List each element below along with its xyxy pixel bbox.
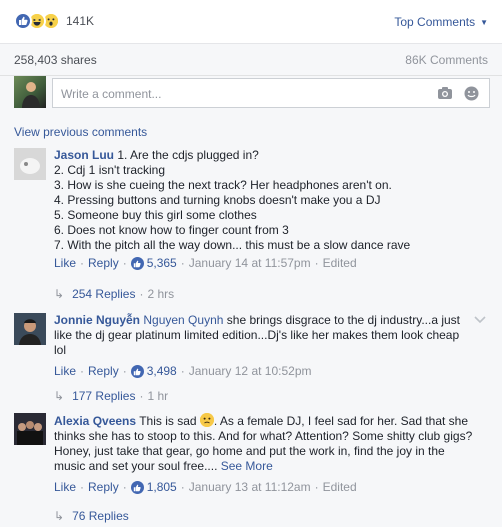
comment-body: Alexia Qveens This is sad . As a female … xyxy=(54,413,474,495)
comment-line: lol xyxy=(54,343,67,357)
reply-arrow-icon: ↳ xyxy=(54,389,65,403)
like-icon xyxy=(130,257,144,270)
comment-text: Jason Luu 1. Are the cdjs plugged in? 2.… xyxy=(54,148,474,253)
separator: · xyxy=(314,256,319,270)
replies-time: 2 hrs xyxy=(147,287,175,301)
avatar[interactable] xyxy=(14,313,46,345)
comment-line: music and set your soul free.... xyxy=(54,459,218,473)
separator: · xyxy=(122,364,127,378)
comment-actions: Like · Reply · 1,805 · January 13 at 11:… xyxy=(54,480,474,495)
comment-actions: Like · Reply · 5,365 · January 14 at 11:… xyxy=(54,256,474,271)
confused-emoji-icon xyxy=(199,413,214,427)
comment-line: . As a female DJ, I feel sad for her. Sa… xyxy=(213,414,469,428)
comment-line: she brings disgrace to the dj industry..… xyxy=(226,313,460,327)
like-link[interactable]: Like xyxy=(54,364,76,379)
comment-author[interactable]: Alexia Qveens xyxy=(54,414,136,428)
avatar[interactable] xyxy=(14,413,46,445)
comments-count[interactable]: 86K Comments xyxy=(405,53,488,67)
comment-author[interactable]: Jonnie Nguyễn xyxy=(54,313,140,327)
edited-label[interactable]: Edited xyxy=(323,256,357,271)
comment-text: Alexia Qveens This is sad . As a female … xyxy=(54,413,474,474)
comment-line: This is sad xyxy=(139,414,197,428)
separator: · xyxy=(122,256,127,270)
like-count[interactable]: 3,498 xyxy=(130,364,177,379)
comment-timestamp[interactable]: January 12 at 10:52pm xyxy=(189,364,312,379)
comment-line: 7. With the pitch all the way down... th… xyxy=(54,238,411,252)
like-count[interactable]: 1,805 xyxy=(130,480,177,495)
camera-icon[interactable] xyxy=(437,86,453,103)
edited-label[interactable]: Edited xyxy=(323,480,357,495)
comment-text: Jonnie Nguyễn Nguyen Quynh she brings di… xyxy=(54,313,474,358)
comment-placeholder: Write a comment... xyxy=(61,87,162,101)
separator: · xyxy=(180,480,185,494)
reactions-bar: 141K Top Comments ▼ xyxy=(0,0,502,44)
reply-link[interactable]: Reply xyxy=(88,480,119,495)
separator: · xyxy=(80,480,85,494)
comment-line: 4. Pressing buttons and turning knobs do… xyxy=(54,193,381,207)
sort-label: Top Comments xyxy=(394,15,476,29)
view-replies-link[interactable]: ↳ 254 Replies · 2 hrs xyxy=(54,287,174,301)
comment-input[interactable]: Write a comment... xyxy=(52,78,490,108)
view-replies-link[interactable]: ↳ 76 Replies xyxy=(54,509,129,523)
separator: · xyxy=(314,480,319,494)
like-count-value: 5,365 xyxy=(146,256,177,270)
comment-line: 2. Cdj 1 isn't tracking xyxy=(54,163,166,177)
sticker-icon[interactable] xyxy=(464,86,479,104)
reaction-count[interactable]: 141K xyxy=(66,14,94,28)
shares-count[interactable]: 258,403 shares xyxy=(14,53,97,67)
reply-link[interactable]: Reply xyxy=(88,364,119,379)
see-more-link[interactable]: See More xyxy=(221,459,273,473)
view-replies-link[interactable]: ↳ 177 Replies · 1 hr xyxy=(54,389,168,403)
comment-line: 5. Someone buy this girl some clothes xyxy=(54,208,257,222)
separator: · xyxy=(80,256,85,270)
like-count[interactable]: 5,365 xyxy=(130,256,177,271)
comment-body: Jonnie Nguyễn Nguyen Quynh she brings di… xyxy=(54,313,474,379)
like-icon xyxy=(130,481,144,494)
reply-link[interactable]: Reply xyxy=(88,256,119,271)
comment-line: like the dj gear platinum limited editio… xyxy=(54,328,460,342)
view-previous-comments-link[interactable]: View previous comments xyxy=(14,125,147,139)
replies-count: 76 Replies xyxy=(72,509,129,523)
like-icon xyxy=(130,365,144,378)
separator: · xyxy=(80,364,85,378)
comment-body: Jason Luu 1. Are the cdjs plugged in? 2.… xyxy=(54,148,474,271)
mention-link[interactable]: Nguyen Quynh xyxy=(143,313,223,327)
separator: · xyxy=(180,364,185,378)
sort-comments-dropdown[interactable]: Top Comments ▼ xyxy=(394,15,488,29)
comment-timestamp[interactable]: January 13 at 11:12am xyxy=(189,480,311,495)
comment-line: thinks she has to stoop to this. And for… xyxy=(54,429,473,443)
separator: · xyxy=(139,389,144,403)
comment-line: 1. Are the cdjs plugged in? xyxy=(117,148,259,162)
comment-timestamp[interactable]: January 14 at 11:57pm xyxy=(189,256,311,271)
like-link[interactable]: Like xyxy=(54,480,76,495)
like-count-value: 1,805 xyxy=(146,480,177,494)
chevron-down-icon: ▼ xyxy=(480,17,488,27)
avatar[interactable] xyxy=(14,148,46,180)
separator: · xyxy=(139,287,144,301)
reply-arrow-icon: ↳ xyxy=(54,509,65,523)
separator: · xyxy=(180,256,185,270)
comment-actions: Like · Reply · 3,498 · January 12 at 10:… xyxy=(54,364,474,379)
comment-author[interactable]: Jason Luu xyxy=(54,148,114,162)
replies-count: 254 Replies xyxy=(72,287,136,301)
comment-options-chevron-icon[interactable] xyxy=(474,313,486,327)
comment-line: Honey, just take that gear, go home and … xyxy=(54,444,445,458)
reply-arrow-icon: ↳ xyxy=(54,287,65,301)
reactions-summary[interactable]: 141K xyxy=(14,12,94,30)
replies-time: 1 hr xyxy=(147,389,169,403)
like-icon xyxy=(14,12,32,30)
comment-line: 3. How is she cueing the next track? Her… xyxy=(54,178,392,192)
avatar[interactable] xyxy=(14,76,46,108)
stats-bar: 258,403 shares 86K Comments xyxy=(0,44,502,76)
replies-count: 177 Replies xyxy=(72,389,136,403)
comment-line: 6. Does not know how to finger count fro… xyxy=(54,223,289,237)
like-link[interactable]: Like xyxy=(54,256,76,271)
like-count-value: 3,498 xyxy=(146,364,177,378)
separator: · xyxy=(122,480,127,494)
comment-composer: Write a comment... xyxy=(14,76,490,112)
